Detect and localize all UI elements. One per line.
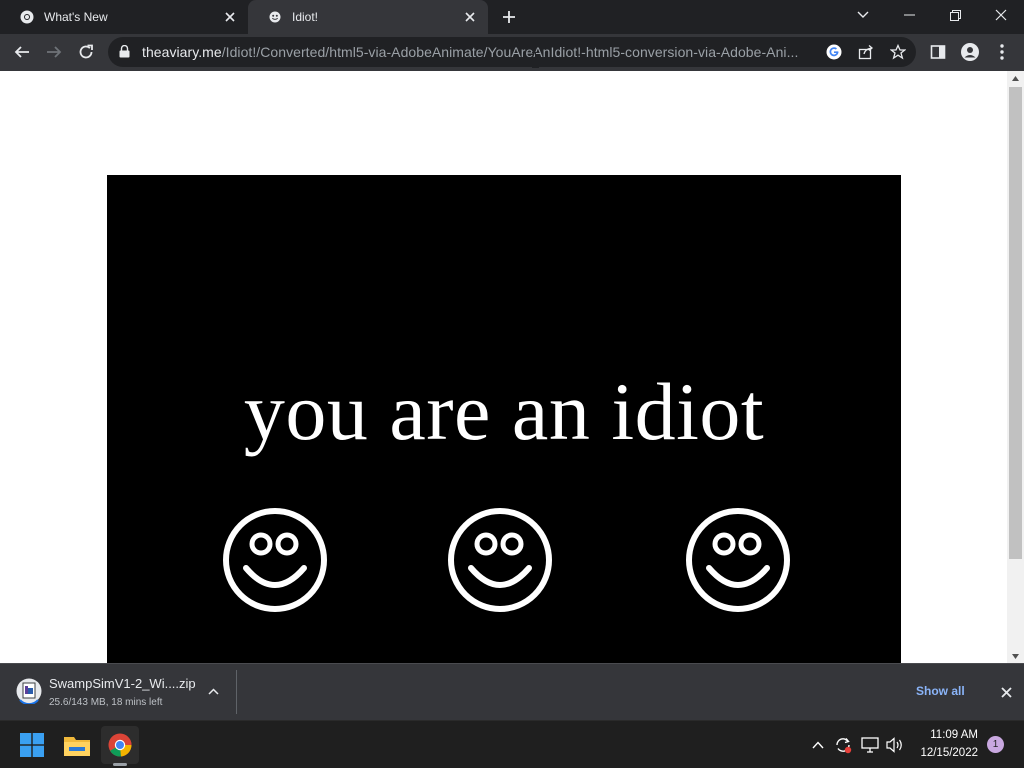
close-download-bar-icon[interactable] <box>996 682 1016 702</box>
download-bar: SwampSimV1-2_Wi....zip 25.6/143 MB, 18 m… <box>0 663 1024 720</box>
address-bar[interactable]: theaviary.me/Idiot!/Converted/html5-via-… <box>108 37 916 67</box>
smiley-face-icon <box>223 508 327 612</box>
menu-kebab-icon[interactable] <box>988 38 1016 66</box>
scroll-down-arrow-icon[interactable] <box>1007 649 1024 663</box>
back-button[interactable] <box>8 38 36 66</box>
share-icon[interactable] <box>854 40 878 64</box>
tab-whats-new[interactable]: What's New <box>0 0 248 34</box>
windows-start-icon[interactable] <box>13 726 51 764</box>
close-tab-icon[interactable] <box>222 9 238 25</box>
tab-search-icon[interactable] <box>840 0 886 30</box>
chevron-up-icon[interactable] <box>808 735 828 755</box>
scrollbar-thumb[interactable] <box>1009 87 1022 559</box>
windows-taskbar: 11:09 AM 12/15/2022 <box>0 720 1024 768</box>
bookmark-star-icon[interactable] <box>886 40 910 64</box>
idiot-message: you are an idiot <box>243 366 765 457</box>
minimize-icon[interactable] <box>886 0 932 30</box>
browser-toolbar: theaviary.me/Idiot!/Converted/html5-via-… <box>0 34 1024 71</box>
download-status: 25.6/143 MB, 18 mins left <box>49 697 163 708</box>
tab-idiot[interactable]: Idiot! <box>248 0 488 34</box>
volume-icon[interactable] <box>885 735 905 755</box>
url-text[interactable]: theaviary.me/Idiot!/Converted/html5-via-… <box>142 44 822 60</box>
show-all-downloads-link[interactable]: Show all <box>916 684 965 698</box>
sync-icon[interactable] <box>833 735 853 755</box>
tab-title: What's New <box>44 10 108 24</box>
google-lens-icon[interactable] <box>822 40 846 64</box>
chevron-up-icon[interactable] <box>204 682 222 700</box>
network-icon[interactable] <box>860 735 880 755</box>
tab-title: Idiot! <box>292 10 319 24</box>
chrome-icon <box>20 10 34 24</box>
url-host: theaviary.me <box>142 44 222 60</box>
download-item[interactable]: SwampSimV1-2_Wi....zip 25.6/143 MB, 18 m… <box>10 670 236 714</box>
chrome-taskbar-icon[interactable] <box>101 726 139 764</box>
close-window-icon[interactable] <box>978 0 1024 30</box>
notification-badge[interactable]: 1 <box>987 736 1004 753</box>
lock-icon[interactable] <box>119 44 130 63</box>
profile-icon[interactable] <box>956 38 984 66</box>
active-app-indicator <box>113 763 127 766</box>
file-explorer-icon[interactable] <box>58 726 96 764</box>
restore-icon[interactable] <box>932 0 978 30</box>
clock-time[interactable]: 11:09 AM <box>918 729 978 741</box>
tab-strip: What's New Idiot! <box>0 0 1024 34</box>
close-tab-icon[interactable] <box>462 9 478 25</box>
download-filename: SwampSimV1-2_Wi....zip <box>49 676 196 691</box>
zip-file-icon <box>16 678 42 704</box>
smiley-favicon-icon <box>268 10 282 24</box>
text-cursor-icon <box>532 52 539 68</box>
url-path: /Idiot!/Converted/html5-via-AdobeAnimate… <box>221 44 799 60</box>
smiley-face-icon <box>686 508 790 612</box>
side-panel-icon[interactable] <box>924 38 952 66</box>
scroll-up-arrow-icon[interactable] <box>1007 71 1024 85</box>
reload-button[interactable] <box>72 38 100 66</box>
animation-stage[interactable]: you are an idiot <box>107 175 901 663</box>
page-viewport: you are an idiot <box>0 71 1024 663</box>
new-tab-button[interactable] <box>496 5 522 29</box>
clock-date[interactable]: 12/15/2022 <box>908 747 978 759</box>
divider <box>236 670 237 714</box>
vertical-scrollbar[interactable] <box>1007 71 1024 663</box>
smiley-face-icon <box>448 508 552 612</box>
forward-button[interactable] <box>40 38 68 66</box>
